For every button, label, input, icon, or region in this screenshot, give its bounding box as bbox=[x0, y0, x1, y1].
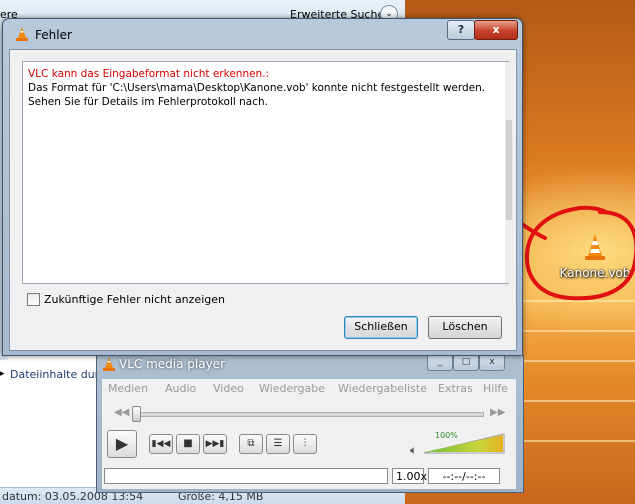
status-message-field bbox=[104, 468, 388, 484]
close-icon[interactable]: x bbox=[479, 354, 505, 371]
vlc-menubar: Medien Audio Video Wiedergabe Wiedergabe… bbox=[102, 379, 516, 398]
seek-bar[interactable] bbox=[132, 412, 484, 417]
menu-video[interactable]: Video bbox=[213, 382, 244, 395]
rewind-icon[interactable]: ◀◀ bbox=[114, 407, 129, 418]
minimize-button[interactable]: _ bbox=[427, 354, 453, 371]
close-icon[interactable]: x bbox=[474, 20, 518, 40]
vlc-window-title: VLC media player bbox=[119, 357, 226, 371]
next-button[interactable]: ▶▶▮ bbox=[203, 434, 227, 454]
volume-percent: 100% bbox=[435, 431, 458, 440]
menu-wiedergabeliste[interactable]: Wiedergabeliste bbox=[338, 382, 427, 395]
desktop-file-icon[interactable]: Kanone.vob bbox=[555, 228, 635, 283]
help-icon[interactable]: ? bbox=[447, 20, 475, 40]
suppress-errors-checkbox[interactable] bbox=[27, 293, 40, 306]
playback-speed[interactable]: 1.00x bbox=[392, 468, 427, 484]
menu-extras[interactable]: Extras bbox=[438, 382, 473, 395]
previous-button[interactable]: ▮◀◀ bbox=[149, 434, 173, 454]
speaker-icon[interactable]: 🔈︎ bbox=[410, 443, 417, 458]
play-button[interactable]: ▶ bbox=[107, 430, 137, 458]
maximize-button[interactable]: □ bbox=[453, 354, 479, 371]
close-dialog-button[interactable]: Schließen bbox=[344, 316, 418, 339]
fast-forward-icon[interactable]: ▶▶ bbox=[490, 407, 505, 418]
menu-hilfe[interactable]: Hilfe bbox=[483, 382, 508, 395]
message-scrollbar[interactable] bbox=[505, 62, 513, 283]
dialog-title: Fehler bbox=[35, 28, 72, 42]
vlc-cone-icon bbox=[16, 27, 28, 41]
desktop-file-label: Kanone.vob bbox=[559, 266, 631, 280]
seek-handle[interactable] bbox=[132, 406, 141, 422]
stop-button[interactable]: ■ bbox=[176, 434, 200, 454]
error-message: Das Format für 'C:\Users\mama\Desktop\Ka… bbox=[28, 82, 486, 108]
error-message-box: VLC kann das Eingabeformat nicht erkenne… bbox=[22, 61, 509, 284]
expand-arrow-icon: ▸ bbox=[0, 369, 5, 379]
menu-wiedergabe[interactable]: Wiedergabe bbox=[259, 382, 325, 395]
menu-medien[interactable]: Medien bbox=[108, 382, 148, 395]
vlc-controls-area: ◀◀ ▶▶ ▶ ▮◀◀ ■ ▶▶▮ ⧉ ☰ ⫶ 🔈︎ 100% 1.00x --… bbox=[102, 397, 516, 489]
dialog-content: VLC kann das Eingabeformat nicht erkenne… bbox=[9, 49, 517, 351]
vlc-cone-icon bbox=[585, 234, 605, 260]
extended-settings-button[interactable]: ⫶ bbox=[293, 434, 317, 454]
clear-button[interactable]: Löschen bbox=[428, 316, 502, 339]
file-contents-label: Dateiinhalte dur bbox=[10, 368, 100, 381]
error-heading: VLC kann das Eingabeformat nicht erkenne… bbox=[28, 68, 270, 80]
error-dialog: Fehler ? x VLC kann das Eingabeformat ni… bbox=[2, 18, 523, 356]
suppress-errors-label: Zukünftige Fehler nicht anzeigen bbox=[44, 293, 225, 306]
fullscreen-button[interactable]: ⧉ bbox=[239, 434, 263, 454]
time-display[interactable]: --:--/--:-- bbox=[428, 468, 500, 484]
menu-audio[interactable]: Audio bbox=[165, 382, 196, 395]
playlist-button[interactable]: ☰ bbox=[266, 434, 290, 454]
vlc-main-window: VLC media player _ □ x Medien Audio Vide… bbox=[96, 351, 524, 493]
vlc-cone-icon bbox=[103, 357, 115, 371]
file-contents-link[interactable]: ▸ Dateiinhalte dur bbox=[0, 365, 100, 385]
